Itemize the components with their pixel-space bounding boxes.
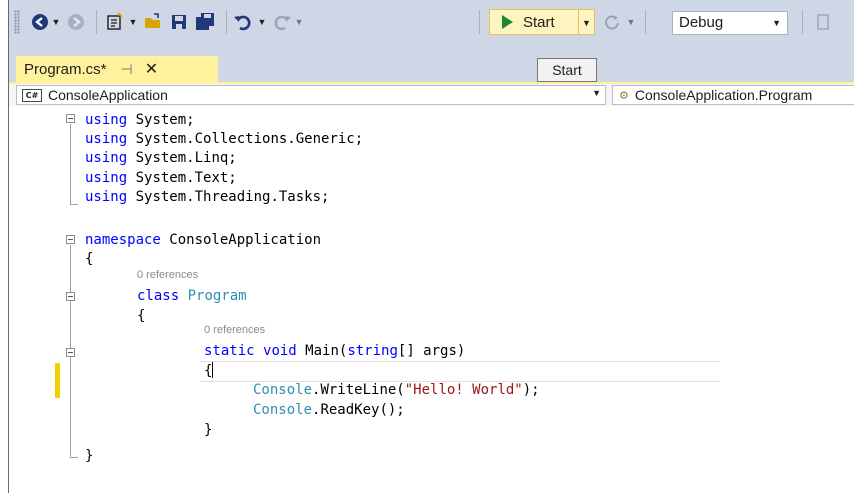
outline-collapse-icon[interactable] bbox=[66, 235, 75, 244]
code-line[interactable]: using System.Threading.Tasks; bbox=[85, 187, 329, 207]
codelens-references[interactable]: 0 references bbox=[137, 269, 198, 281]
open-folder-icon[interactable] bbox=[142, 12, 164, 32]
code-line[interactable]: { bbox=[137, 306, 145, 326]
redo-icon[interactable] bbox=[271, 12, 293, 32]
project-dropdown-value: ConsoleApplication bbox=[48, 87, 168, 103]
outline-collapse-icon[interactable] bbox=[66, 348, 75, 357]
outline-collapse-icon[interactable] bbox=[66, 114, 75, 123]
redo-dropdown-icon[interactable]: ▼ bbox=[294, 12, 304, 32]
toolbar-separator bbox=[645, 10, 646, 34]
navigate-back-icon[interactable] bbox=[30, 12, 50, 32]
project-dropdown[interactable]: C# ConsoleApplication ▼ bbox=[16, 85, 606, 105]
new-project-dropdown-icon[interactable]: ▼ bbox=[128, 12, 138, 32]
start-button-label: Start bbox=[523, 13, 555, 31]
start-button[interactable]: Start bbox=[489, 9, 579, 35]
toolbar-grip[interactable] bbox=[14, 10, 20, 34]
restart-dropdown-icon[interactable]: ▼ bbox=[626, 12, 636, 32]
code-line[interactable]: class Program bbox=[137, 286, 247, 306]
new-project-icon[interactable] bbox=[104, 12, 126, 32]
code-line[interactable]: Console.WriteLine("Hello! World"); bbox=[253, 380, 540, 400]
unsaved-change-marker bbox=[55, 363, 60, 398]
save-icon[interactable] bbox=[168, 12, 190, 32]
start-dropdown-icon[interactable]: ▼ bbox=[579, 9, 595, 35]
csharp-project-icon: C# bbox=[22, 88, 42, 102]
outline-collapse-icon[interactable] bbox=[66, 292, 75, 301]
code-line[interactable]: using System; bbox=[85, 110, 195, 130]
chevron-down-icon: ▼ bbox=[592, 88, 601, 98]
toolbar-separator bbox=[802, 10, 803, 34]
navigate-back-dropdown-icon[interactable]: ▼ bbox=[51, 12, 61, 32]
text-caret bbox=[212, 362, 214, 378]
undo-dropdown-icon[interactable]: ▼ bbox=[257, 12, 267, 32]
tab-title: Program.cs* bbox=[24, 60, 107, 78]
tab-program-cs[interactable]: Program.cs* ⊣ ✕ bbox=[16, 56, 218, 82]
outline-guide bbox=[70, 124, 71, 204]
type-dropdown[interactable]: ⚙ ConsoleApplication.Program bbox=[612, 85, 854, 105]
code-line[interactable]: static void Main(string[] args) bbox=[204, 341, 465, 361]
current-line-highlight-top bbox=[200, 361, 720, 362]
outline-guide-end bbox=[70, 457, 78, 458]
restart-icon[interactable] bbox=[602, 12, 622, 32]
start-tooltip: Start bbox=[537, 58, 597, 82]
solution-configuration-select[interactable]: Debug ▼ bbox=[672, 11, 788, 35]
codelens-references[interactable]: 0 references bbox=[204, 324, 265, 336]
toolbar-separator bbox=[96, 10, 97, 34]
code-line[interactable]: using System.Text; bbox=[85, 168, 237, 188]
code-line[interactable]: } bbox=[85, 446, 93, 466]
code-line[interactable]: Console.ReadKey(); bbox=[253, 400, 405, 420]
type-dropdown-value: ConsoleApplication.Program bbox=[634, 87, 813, 103]
toolbar-separator bbox=[226, 10, 227, 34]
code-line[interactable]: using System.Collections.Generic; bbox=[85, 129, 363, 149]
play-icon bbox=[502, 15, 513, 29]
close-tab-icon[interactable]: ✕ bbox=[145, 59, 158, 79]
code-line[interactable]: { bbox=[204, 361, 214, 381]
code-line[interactable]: } bbox=[204, 420, 212, 440]
pin-tab-icon[interactable]: ⊣ bbox=[121, 61, 133, 78]
outline-guide-end bbox=[70, 204, 78, 205]
window-left-border bbox=[8, 0, 9, 493]
solution-configuration-value: Debug bbox=[679, 14, 724, 31]
toolbar-separator bbox=[479, 10, 480, 34]
save-all-icon[interactable] bbox=[194, 12, 216, 32]
code-line[interactable]: using System.Linq; bbox=[85, 148, 237, 168]
class-icon: ⚙ bbox=[619, 89, 629, 102]
code-line[interactable]: { bbox=[85, 249, 93, 269]
undo-icon[interactable] bbox=[232, 12, 254, 32]
code-line[interactable]: namespace ConsoleApplication bbox=[85, 230, 321, 250]
chevron-down-icon: ▼ bbox=[772, 18, 781, 28]
navigate-forward-icon[interactable] bbox=[66, 12, 86, 32]
solution-platform-icon[interactable] bbox=[814, 12, 834, 32]
